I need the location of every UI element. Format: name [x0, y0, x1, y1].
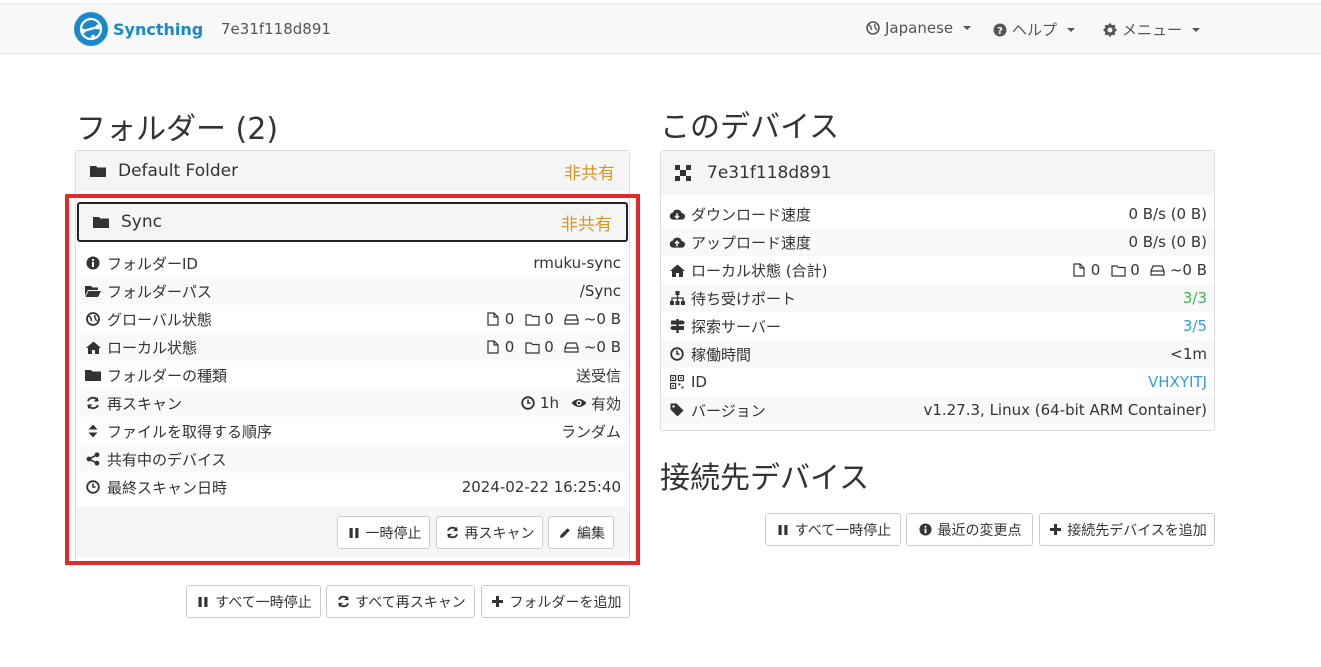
default-folder-status: 非共有: [564, 163, 615, 184]
question-icon: ?: [992, 22, 1008, 38]
device-id-row: ID VHXYITJ: [661, 368, 1214, 396]
size-value: ~0 B: [1169, 261, 1207, 279]
svg-text:?: ?: [997, 26, 1003, 37]
folder-icon: [90, 163, 106, 179]
row-label: ローカル状態 (合計): [691, 261, 828, 280]
dir-count: 0: [1130, 261, 1140, 279]
navbar-device-id: 7e31f118d891: [221, 20, 331, 38]
row-label: ダウンロード速度: [691, 205, 812, 224]
hdd-icon: [1150, 262, 1166, 278]
this-device-details: ダウンロード速度 0 B/s (0 B) アップロード速度 0 B/s (0 B…: [661, 200, 1214, 424]
caret-down-icon: [1067, 27, 1076, 32]
pause-all-label: すべて一時停止: [215, 594, 312, 611]
add-device-button[interactable]: 接続先デバイスを追加: [1039, 513, 1215, 546]
row-label: アップロード速度: [691, 233, 812, 252]
discovery-value[interactable]: 3/5: [1183, 317, 1207, 335]
language-label: Japanese: [885, 19, 954, 37]
cloud-upload-icon: [669, 234, 685, 250]
this-device-title: このデバイス: [660, 110, 840, 145]
default-folder-name: Default Folder: [118, 161, 239, 181]
qrcode-icon: [669, 374, 685, 390]
listeners-value[interactable]: 3/3: [1183, 289, 1207, 307]
pause-all-devices-label: すべて一時停止: [794, 522, 892, 539]
brand[interactable]: Syncthing: [74, 12, 203, 46]
highlight-box: [65, 194, 640, 565]
this-device-name: 7e31f118d891: [707, 163, 832, 183]
add-folder-label: フォルダーを追加: [509, 594, 622, 611]
gear-icon: [1102, 22, 1118, 38]
listeners-row: 待ち受けポート 3/3: [661, 284, 1214, 312]
version-row: バージョン v1.27.3, Linux (64-bit ARM Contain…: [661, 396, 1214, 424]
download-rate-row: ダウンロード速度 0 B/s (0 B): [661, 200, 1214, 228]
cloud-download-icon: [669, 206, 685, 222]
plus-icon: [490, 594, 506, 610]
plus-icon: [1047, 522, 1063, 538]
navbar: Syncthing 7e31f118d891 Japanese ? ヘルプ メニ…: [0, 3, 1321, 54]
pause-all-folders-button[interactable]: すべて一時停止: [186, 585, 321, 618]
row-label: ID: [691, 373, 707, 391]
discovery-row: 探索サーバー 3/5: [661, 312, 1214, 340]
folders-title: フォルダー (2): [76, 112, 279, 147]
clock-icon: [669, 346, 685, 362]
signpost-icon: [669, 318, 685, 334]
caret-down-icon: [1192, 27, 1201, 32]
menu-dropdown[interactable]: メニュー: [1102, 19, 1201, 40]
row-label: 探索サーバー: [691, 317, 781, 336]
pause-icon: [195, 594, 211, 610]
help-dropdown[interactable]: ? ヘルプ: [992, 19, 1076, 40]
pause-all-devices-button[interactable]: すべて一時停止: [765, 513, 901, 546]
row-label: 待ち受けポート: [691, 289, 797, 308]
upload-rate-row: アップロード速度 0 B/s (0 B): [661, 228, 1214, 256]
recent-changes-button[interactable]: 最近の変更点: [906, 513, 1033, 546]
row-label: 稼働時間: [691, 345, 752, 364]
identicon-icon: [675, 165, 691, 181]
uptime-row: 稼働時間 <1m: [661, 340, 1214, 368]
syncthing-logo-icon: [74, 12, 108, 46]
file-icon: [1071, 262, 1087, 278]
add-device-label: 接続先デバイスを追加: [1067, 522, 1207, 539]
this-device-header[interactable]: 7e31f118d891: [661, 151, 1214, 195]
add-folder-button[interactable]: フォルダーを追加: [481, 585, 630, 618]
tag-icon: [669, 402, 685, 418]
version-value: v1.27.3, Linux (64-bit ARM Container): [923, 401, 1207, 419]
download-rate-value: 0 B/s (0 B): [1128, 205, 1207, 223]
rescan-all-button[interactable]: すべて再スキャン: [326, 585, 475, 618]
local-total-value: 0 0 ~0 B: [1071, 261, 1207, 279]
upload-rate-value: 0 B/s (0 B): [1128, 233, 1207, 251]
refresh-icon: [335, 594, 351, 610]
menu-label: メニュー: [1122, 21, 1183, 39]
brand-name: Syncthing: [113, 19, 204, 39]
recent-changes-label: 最近の変更点: [937, 522, 1022, 539]
language-dropdown[interactable]: Japanese: [865, 19, 972, 37]
row-label: バージョン: [691, 401, 766, 420]
remote-devices-title: 接続先デバイス: [660, 461, 870, 496]
rescan-all-label: すべて再スキャン: [355, 594, 466, 611]
file-count: 0: [1090, 261, 1101, 279]
local-total-row: ローカル状態 (合計) 0 0 ~0 B: [661, 256, 1214, 284]
help-label: ヘルプ: [1012, 21, 1058, 39]
uptime-value: <1m: [1170, 345, 1207, 363]
info-icon: [918, 522, 934, 538]
default-folder-header[interactable]: Default Folder 非共有: [76, 151, 629, 191]
device-id-value[interactable]: VHXYITJ: [1148, 373, 1207, 391]
folder-outline-icon: [1110, 262, 1126, 278]
globe-icon: [865, 20, 881, 36]
caret-down-icon: [963, 26, 972, 30]
home-icon: [669, 262, 685, 278]
pause-icon: [775, 522, 791, 538]
sitemap-icon: [669, 290, 685, 306]
